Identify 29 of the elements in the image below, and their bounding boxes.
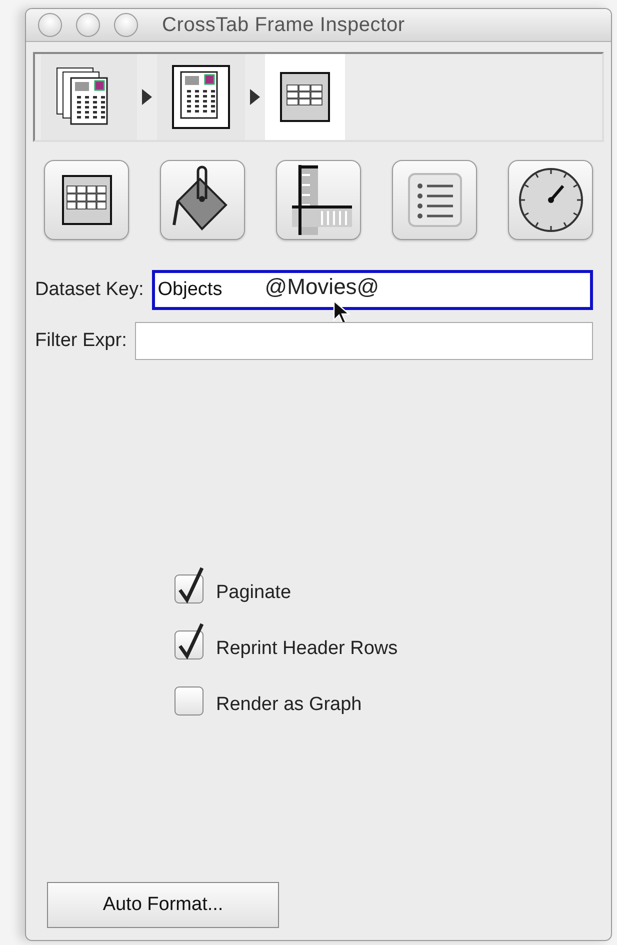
checkbox-label: Reprint Header Rows [216, 638, 398, 660]
table-icon [279, 71, 331, 123]
zoom-button[interactable] [114, 13, 138, 37]
checkbox-label: Paginate [216, 582, 292, 604]
drag-text: @Movies@ [264, 276, 380, 298]
checkbox[interactable] [174, 566, 206, 604]
toolbar-button[interactable] [508, 160, 593, 240]
toolbar-button[interactable] [392, 160, 477, 240]
checkbox-label: Render as Graph [216, 694, 362, 716]
toolbar-button[interactable] [276, 160, 361, 240]
input-field[interactable] [134, 322, 593, 360]
list-icon [406, 172, 462, 228]
breadcrumb-item[interactable] [265, 54, 345, 140]
minimize-button[interactable] [76, 13, 100, 37]
toolbar-button[interactable] [160, 160, 245, 240]
arrow-icon [249, 88, 261, 106]
checkbox[interactable] [174, 622, 206, 660]
close-button[interactable] [38, 13, 62, 37]
report-page-icon [171, 64, 231, 130]
field-label: Filter Expr: [35, 330, 127, 352]
arrow-icon [141, 88, 153, 106]
gauge-icon [516, 166, 584, 234]
toolbar-button[interactable] [44, 160, 129, 240]
breadcrumb-item[interactable] [41, 54, 137, 140]
auto-format-button[interactable]: Auto Format... [47, 882, 279, 928]
window-title: CrossTab Frame Inspector [162, 14, 405, 36]
table-icon [60, 174, 112, 226]
field-label: Dataset Key: [35, 279, 144, 301]
breadcrumb-item[interactable] [157, 54, 245, 140]
